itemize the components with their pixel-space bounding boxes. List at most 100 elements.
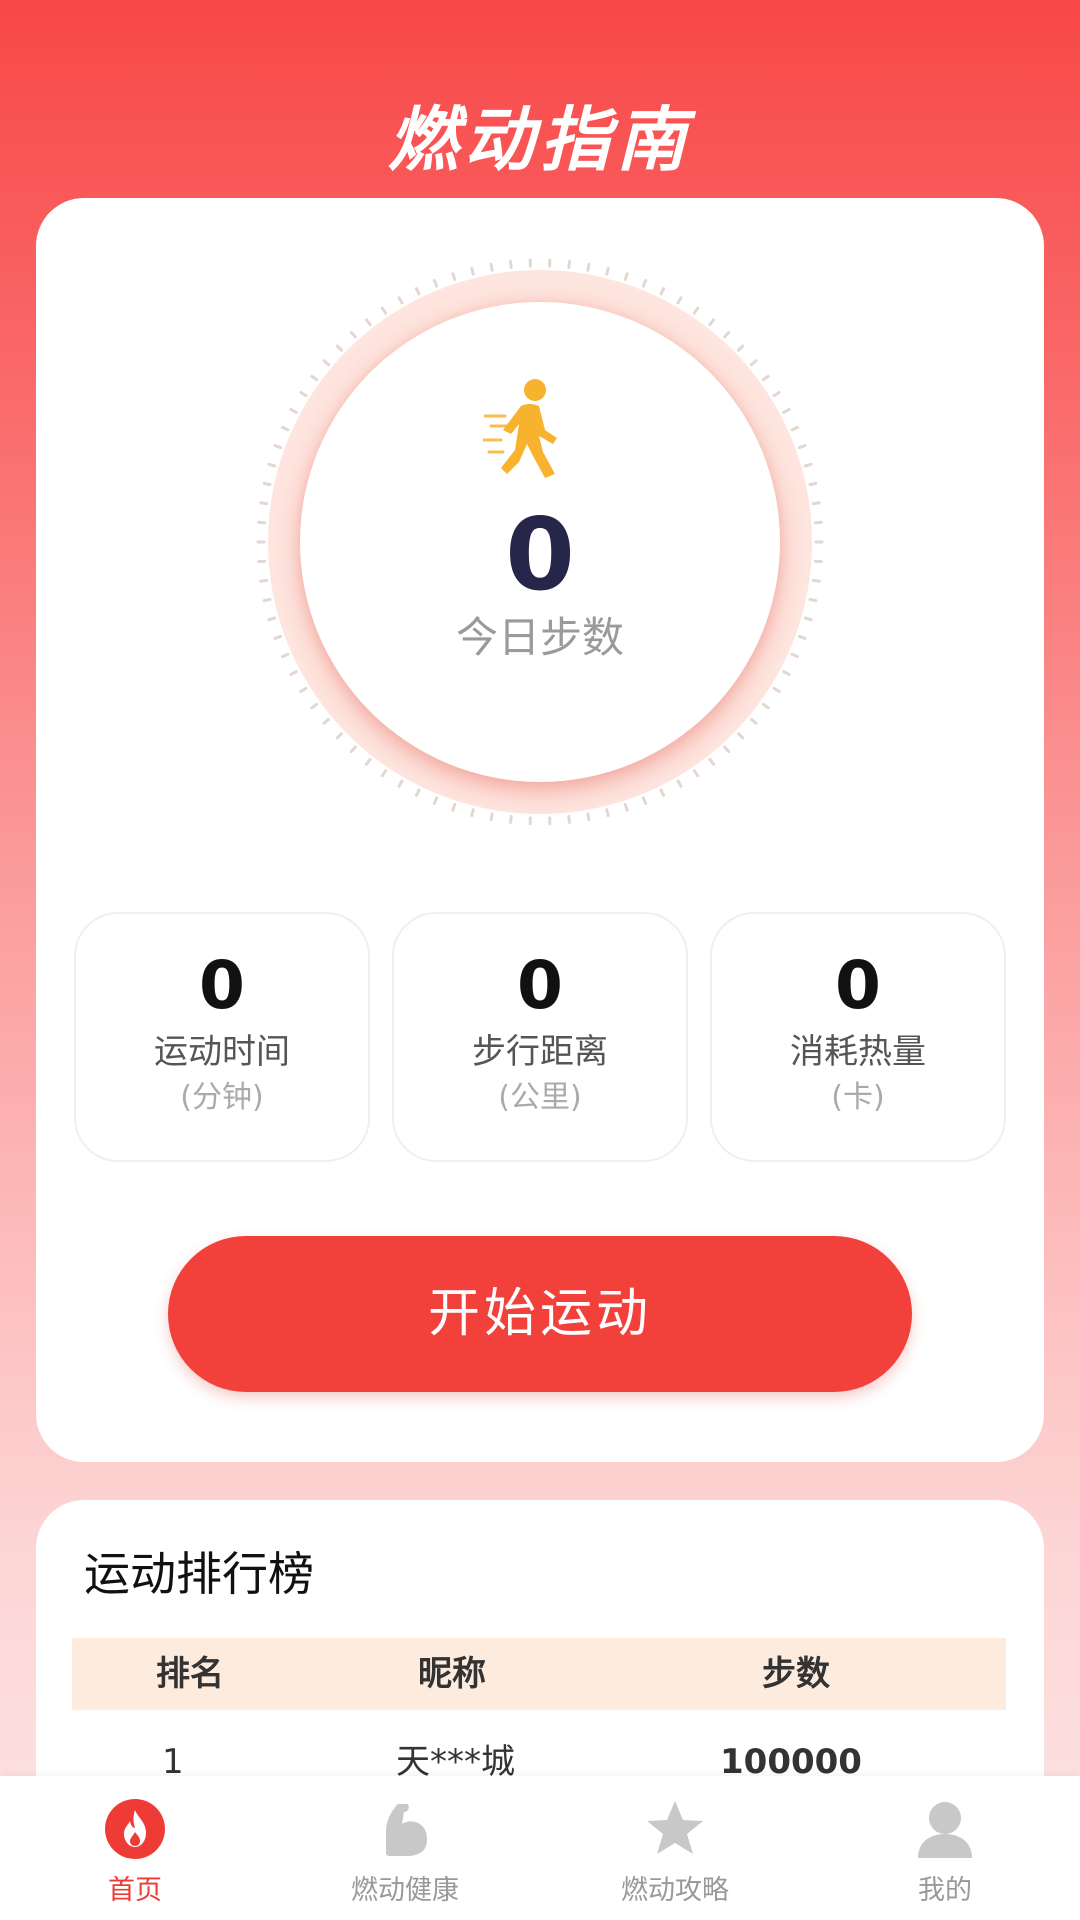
user-icon — [918, 1802, 972, 1858]
dial-tick — [432, 279, 439, 288]
stat-unit: (分钟) — [180, 1080, 264, 1115]
stat-value: 0 — [517, 947, 563, 1024]
stat-calories: 0 消耗热量 (卡) — [710, 912, 1006, 1162]
app-title: 燃动指南 — [388, 99, 692, 181]
dial-tick — [567, 260, 571, 270]
dial-tick — [641, 279, 648, 288]
dial-tick — [605, 266, 610, 276]
dial-tick — [772, 391, 781, 398]
dial-tick — [414, 788, 421, 797]
dial-tick — [623, 802, 629, 812]
stat-value: 0 — [835, 947, 881, 1024]
dial-tick — [470, 266, 475, 276]
dial-tick — [803, 462, 813, 468]
start-exercise-button[interactable]: 开始运动 — [168, 1236, 912, 1392]
dial-tick — [808, 481, 818, 487]
dial-tick — [273, 444, 283, 450]
dial-tick — [692, 306, 700, 315]
dial-tick — [267, 462, 277, 468]
dial-tick — [349, 745, 357, 754]
tab-label: 燃动健康 — [351, 1875, 459, 1906]
dial-tick — [586, 262, 591, 272]
dial-tick — [676, 296, 683, 305]
dial-tick — [289, 670, 298, 676]
dial-tick — [380, 306, 388, 315]
dial-tick — [299, 391, 308, 398]
dial-tick — [509, 814, 513, 824]
bottom-tab-bar: 首页 燃动健康 燃动攻略 我的 — [0, 1776, 1080, 1920]
dial-tick — [335, 344, 343, 352]
dial-tick — [772, 686, 781, 693]
dial-tick — [397, 779, 404, 788]
runner-icon — [483, 379, 557, 478]
tab-guide[interactable]: 燃动攻略 — [540, 1776, 810, 1920]
dial-tick — [782, 408, 791, 414]
dial-tick — [605, 808, 610, 818]
dial-tick — [790, 425, 800, 432]
column-header-nickname: 昵称 — [418, 1654, 486, 1694]
dial-tick — [737, 732, 745, 740]
tab-label: 首页 — [108, 1875, 162, 1906]
dial-tick — [723, 330, 731, 339]
column-header-steps: 步数 — [762, 1654, 830, 1694]
stat-value: 0 — [199, 947, 245, 1024]
dial-tick — [708, 757, 716, 766]
dial-tick — [737, 344, 745, 352]
dial-tick — [749, 359, 758, 367]
dial-tick — [470, 808, 475, 818]
tab-label: 我的 — [918, 1875, 972, 1906]
dial-tick — [586, 812, 591, 822]
dial-tick — [451, 802, 457, 812]
stat-walk-distance: 0 步行距离 (公里) — [392, 912, 688, 1162]
stat-unit: (公里) — [498, 1080, 582, 1115]
dial-tick — [623, 272, 629, 282]
dial-tick — [364, 318, 372, 327]
column-header-rank: 排名 — [156, 1654, 224, 1694]
stat-label: 步行距离 — [472, 1032, 608, 1072]
tab-health[interactable]: 燃动健康 — [270, 1776, 540, 1920]
dial-tick — [692, 769, 700, 778]
flexed-arm-icon — [386, 1804, 427, 1856]
dial-tick — [349, 330, 357, 339]
star-icon — [647, 1801, 703, 1854]
dial-tick — [322, 717, 331, 725]
dial-tick — [659, 287, 666, 296]
dial-tick — [659, 788, 666, 797]
dial-tick — [280, 425, 290, 432]
dial-tick — [262, 481, 272, 487]
dial-tick — [797, 444, 807, 450]
steps-count: 0 — [505, 496, 575, 613]
dial-tick — [723, 745, 731, 754]
dial-tick — [322, 359, 331, 367]
dial-tick — [761, 702, 770, 710]
stat-exercise-time: 0 运动时间 (分钟) — [74, 912, 370, 1162]
dial-tick — [489, 262, 494, 272]
leaderboard-title: 运动排行榜 — [84, 1547, 314, 1601]
dial-tick — [749, 717, 758, 725]
dial-tick — [310, 374, 319, 382]
dial-tick — [414, 287, 421, 296]
dial-tick — [489, 812, 494, 822]
tab-home[interactable]: 首页 — [0, 1776, 270, 1920]
leaderboard-table-header: 排名 昵称 步数 — [72, 1638, 1006, 1710]
stat-unit: (卡) — [831, 1080, 885, 1115]
dial-tick — [310, 702, 319, 710]
steps-label: 今日步数 — [455, 613, 624, 662]
dial-tick — [509, 260, 513, 270]
dial-tick — [380, 769, 388, 778]
tab-profile[interactable]: 我的 — [810, 1776, 1080, 1920]
tab-label: 燃动攻略 — [621, 1875, 729, 1906]
dial-tick — [451, 272, 457, 282]
dial-tick — [289, 408, 298, 414]
dial-tick — [676, 779, 683, 788]
dial-tick — [397, 296, 404, 305]
dial-tick — [782, 670, 791, 676]
fire-icon — [105, 1799, 165, 1859]
dial-tick — [567, 814, 571, 824]
dial-tick — [761, 374, 770, 382]
stat-label: 运动时间 — [154, 1032, 290, 1072]
stat-label: 消耗热量 — [790, 1032, 926, 1072]
dial-tick — [641, 796, 648, 805]
dial-tick — [432, 796, 439, 805]
dial-tick — [364, 757, 372, 766]
